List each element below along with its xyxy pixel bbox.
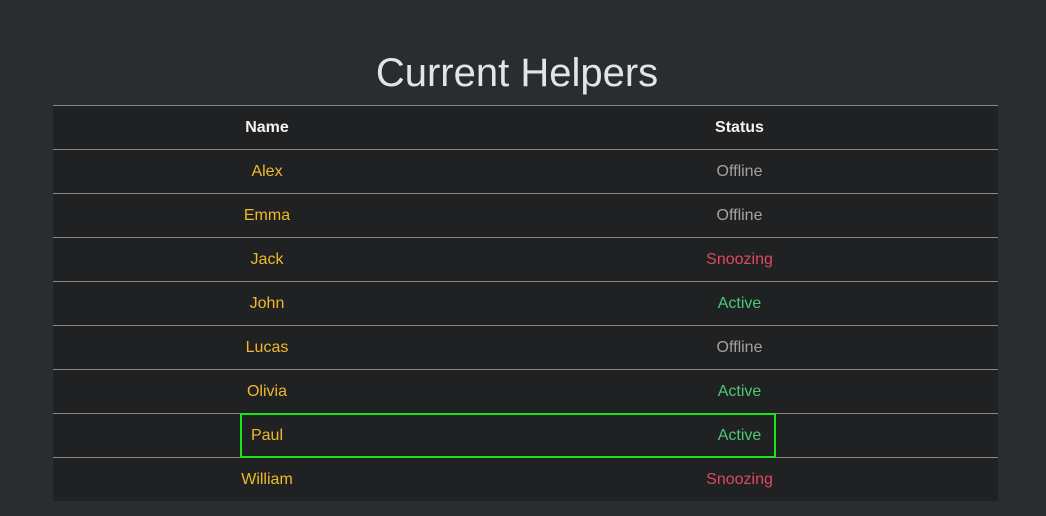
helper-status: Snoozing — [706, 251, 773, 268]
status-column-header: Status — [715, 119, 764, 136]
helper-status: Offline — [716, 207, 763, 224]
table-header-row: Name Status — [53, 105, 998, 149]
helper-status: Offline — [716, 339, 763, 356]
name-column-header: Name — [245, 119, 289, 136]
helper-name: Jack — [250, 251, 284, 268]
helper-status: Snoozing — [706, 471, 773, 488]
page: Current Helpers Name Status Alex Offline… — [0, 0, 1046, 516]
helpers-table: Name Status Alex Offline Emma Offline Ja… — [53, 105, 998, 501]
helper-name: Olivia — [246, 383, 287, 400]
table-row: William Snoozing — [53, 457, 998, 501]
table-row: Lucas Offline — [53, 325, 998, 369]
page-title: Current Helpers — [375, 51, 659, 95]
table-row: Olivia Active — [53, 369, 998, 413]
table-row: Alex Offline — [53, 149, 998, 193]
helper-name: Alex — [251, 163, 283, 180]
helper-name: Emma — [243, 207, 291, 224]
helper-name: William — [241, 471, 293, 488]
table-row: John Active — [53, 281, 998, 325]
table-row: Emma Offline — [53, 193, 998, 237]
helper-status: Active — [717, 427, 762, 444]
helper-status: Active — [717, 295, 762, 312]
helper-status: Offline — [716, 163, 763, 180]
helper-name: John — [249, 295, 285, 312]
helper-status: Active — [717, 383, 762, 400]
table-row: Paul Active — [53, 413, 998, 457]
helper-name: Paul — [250, 427, 284, 444]
helper-name: Lucas — [245, 339, 289, 356]
table-row: Jack Snoozing — [53, 237, 998, 281]
